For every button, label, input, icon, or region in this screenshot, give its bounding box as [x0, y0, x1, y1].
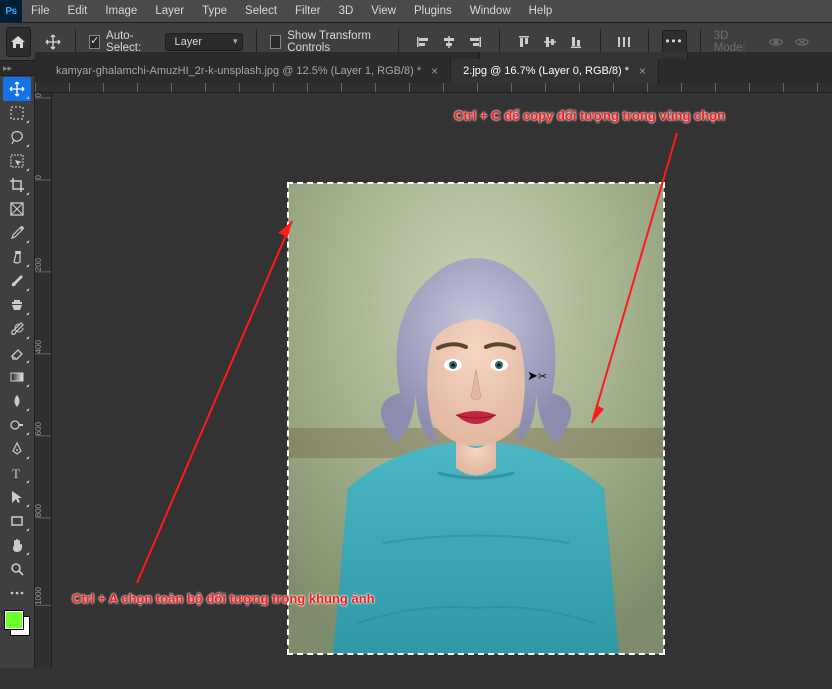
eyedropper-tool[interactable] [3, 221, 31, 245]
scissors-icon: ✂ [538, 371, 547, 383]
zoom-tool[interactable] [3, 557, 31, 581]
3d-mode-label: 3D Mode: [714, 30, 752, 54]
hand-tool[interactable] [3, 533, 31, 557]
home-button[interactable] [6, 27, 31, 57]
document-tabs: kamyar-ghalamchi-AmuzHI_2r-k-unsplash.jp… [34, 59, 832, 83]
photoshop-logo: Ps [0, 0, 22, 22]
menu-3d[interactable]: 3D [330, 0, 363, 22]
auto-select-target-dropdown[interactable]: Layer [165, 33, 243, 51]
menu-view[interactable]: View [362, 0, 405, 22]
vertical-ruler[interactable]: 0020040060080010001200 [35, 93, 52, 668]
clone-stamp-tool[interactable] [3, 293, 31, 317]
auto-select-label: Auto-Select: [106, 30, 152, 54]
tab-title: 2.jpg @ 16.7% (Layer 0, RGB/8) * [463, 65, 629, 77]
blur-tool[interactable] [3, 389, 31, 413]
tab-document-1[interactable]: kamyar-ghalamchi-AmuzHI_2r-k-unsplash.jp… [44, 59, 451, 83]
annotation-top: Ctrl + C để copy đối tượng trong vùng ch… [454, 108, 725, 123]
dodge-tool[interactable] [3, 413, 31, 437]
menu-help[interactable]: Help [520, 0, 562, 22]
frame-tool[interactable] [3, 197, 31, 221]
move-tool[interactable] [3, 77, 31, 101]
arrow-cursor-icon: ➤ [527, 368, 538, 383]
menu-file[interactable]: File [22, 0, 59, 22]
menu-select[interactable]: Select [236, 0, 286, 22]
align-left-edges-button[interactable] [412, 31, 434, 53]
3d-orbit-icon[interactable] [765, 31, 787, 53]
collapse-panels-icon[interactable]: ▸▸ [3, 63, 12, 74]
document-image[interactable] [288, 183, 664, 654]
align-vertical-centers-button[interactable] [539, 31, 561, 53]
menu-layer[interactable]: Layer [146, 0, 193, 22]
object-selection-tool[interactable] [3, 149, 31, 173]
ruler-tick: 800 [35, 504, 52, 518]
align-horizontal-centers-button[interactable] [438, 31, 460, 53]
eraser-tool[interactable] [3, 341, 31, 365]
canvas[interactable]: ➤✂ Ctrl + C để copy đối tượng trong vùng… [52, 93, 832, 668]
history-brush-tool[interactable] [3, 317, 31, 341]
more-options-button[interactable]: ••• [662, 30, 687, 54]
menu-filter[interactable]: Filter [286, 0, 330, 22]
foreground-swatch[interactable] [5, 611, 23, 629]
align-top-edges-button[interactable] [513, 31, 535, 53]
crop-tool[interactable] [3, 173, 31, 197]
menu-type[interactable]: Type [193, 0, 236, 22]
ruler-tick: 400 [35, 340, 52, 354]
separator [600, 29, 601, 55]
color-swatches[interactable] [3, 611, 31, 635]
3d-pan-icon[interactable] [791, 31, 813, 53]
show-transform-label: Show Transform Controls [287, 30, 385, 54]
pen-tool[interactable] [3, 437, 31, 461]
tab-title: kamyar-ghalamchi-AmuzHI_2r-k-unsplash.jp… [56, 65, 421, 77]
ruler-tick: 1000 [35, 587, 52, 606]
separator [499, 29, 500, 55]
menu-image[interactable]: Image [96, 0, 146, 22]
document-tabs-container: kamyar-ghalamchi-AmuzHI_2r-k-unsplash.jp… [34, 59, 832, 83]
canvas-cursor: ➤✂ [527, 368, 547, 384]
toolbox: T [0, 76, 35, 668]
menu-window[interactable]: Window [461, 0, 520, 22]
separator [75, 29, 76, 55]
separator [398, 29, 399, 55]
align-group-1 [412, 31, 486, 53]
distribute-group [613, 31, 635, 53]
move-tool-icon [44, 30, 62, 54]
lasso-tool[interactable] [3, 125, 31, 149]
canvas-column: kamyar-ghalamchi-AmuzHI_2r-k-unsplash.jp… [35, 76, 832, 668]
show-transform-checkbox[interactable] [270, 35, 281, 49]
horizontal-type-tool[interactable]: T [3, 461, 31, 485]
separator [648, 29, 649, 55]
align-bottom-edges-button[interactable] [565, 31, 587, 53]
close-icon[interactable]: × [431, 65, 438, 77]
close-icon[interactable]: × [639, 65, 646, 77]
separator [256, 29, 257, 55]
3d-mode-icons [765, 31, 813, 53]
workspace: T kamyar-ghalamchi-AmuzHI_2r-k-unsplash.… [0, 76, 832, 668]
menu-bar: Ps File Edit Image Layer Type Select Fil… [0, 0, 832, 23]
auto-select-group: Auto-Select: [89, 30, 152, 54]
align-group-2 [513, 31, 587, 53]
edit-toolbar-button[interactable] [3, 581, 31, 605]
home-icon [10, 35, 26, 49]
auto-select-checkbox[interactable] [89, 35, 100, 49]
distribute-horizontal-button[interactable] [613, 31, 635, 53]
rectangular-marquee-tool[interactable] [3, 101, 31, 125]
tab-document-2[interactable]: 2.jpg @ 16.7% (Layer 0, RGB/8) * × [451, 59, 659, 83]
svg-text:T: T [12, 466, 20, 481]
path-selection-tool[interactable] [3, 485, 31, 509]
align-right-edges-button[interactable] [464, 31, 486, 53]
separator [700, 29, 701, 55]
ruler-tick: 0 [35, 175, 52, 180]
brush-tool[interactable] [3, 269, 31, 293]
menu-edit[interactable]: Edit [59, 0, 97, 22]
ruler-tick: 600 [35, 422, 52, 436]
ruler-tick: 200 [35, 258, 52, 272]
rectangle-tool[interactable] [3, 509, 31, 533]
portrait-placeholder [288, 183, 664, 654]
show-transform-group: Show Transform Controls [270, 30, 385, 54]
menu-plugins[interactable]: Plugins [405, 0, 461, 22]
spot-healing-brush-tool[interactable] [3, 245, 31, 269]
gradient-tool[interactable] [3, 365, 31, 389]
ruler-tick: 0 [35, 93, 52, 98]
